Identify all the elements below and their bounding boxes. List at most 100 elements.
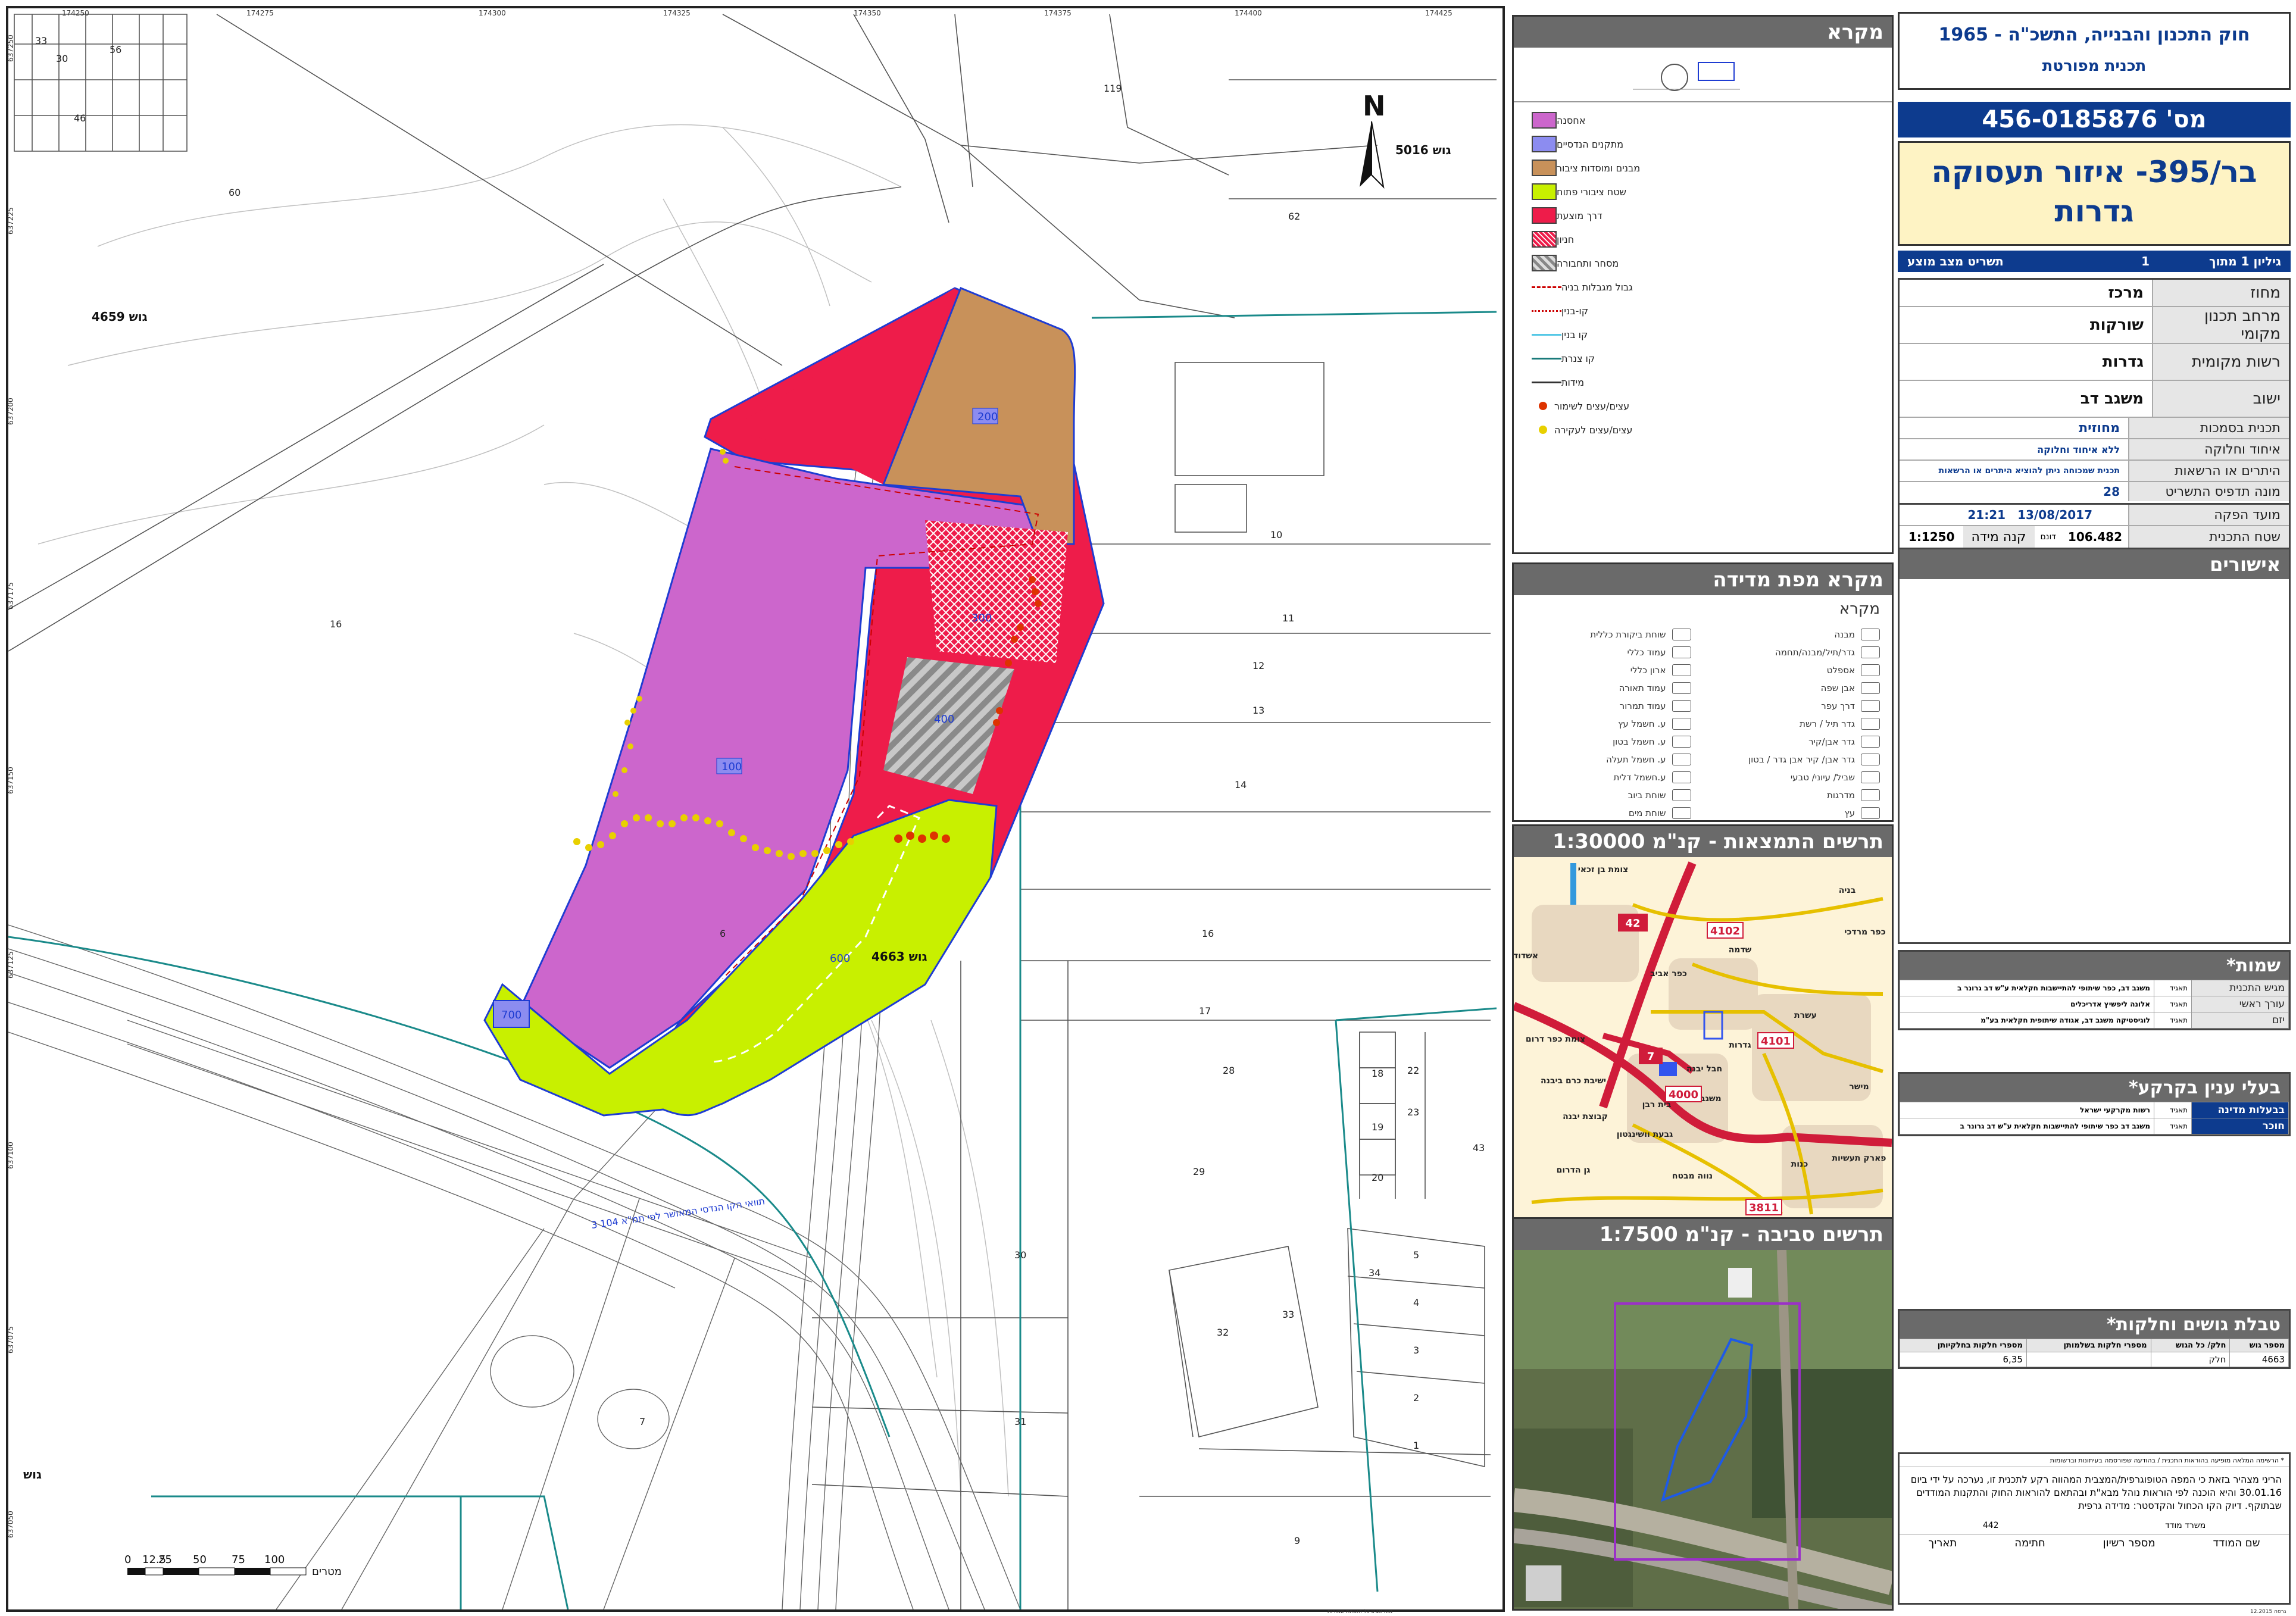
legend-logo-block — [1514, 48, 1892, 102]
print-date-label: מועד הפקה — [2128, 505, 2289, 525]
survey-symbol-icon — [1672, 736, 1691, 748]
inset-30000-map[interactable]: צומת בן זכאי בניה שדמה כפר מרדכי כפר אבי… — [1514, 857, 1892, 1220]
survey-legend-label: ע. חשמל עץ — [1618, 718, 1666, 729]
svg-text:43: 43 — [1473, 1142, 1485, 1154]
survey-symbol-icon — [1672, 754, 1691, 765]
plan-sheet: N 100 200 300 400 600 700 גוש 5016 גוש 4… — [0, 0, 2296, 1616]
col-surveyor-name: שם המודד — [2213, 1537, 2260, 1549]
role-cell: בבעלות מדינה — [2191, 1102, 2289, 1118]
owners-box: בעלי ענין בקרקע* בבעלות מדינה תאגיד רשות מ… — [1898, 1072, 2291, 1136]
legend-swatch — [1532, 207, 1557, 224]
svg-text:31: 31 — [1014, 1416, 1026, 1427]
sheet-type: תשריט מצב מוצע — [1907, 254, 2004, 268]
svg-text:46: 46 — [74, 112, 86, 124]
license-value: 442 — [1982, 1521, 1999, 1530]
survey-legend-item: אבן שפה — [1715, 680, 1880, 696]
main-map: N 100 200 300 400 600 700 גוש 5016 גוש 4… — [8, 9, 1497, 1609]
zone-300-label: 300 — [971, 612, 992, 624]
name-cell: משגב דב כפר שיתופי להתיישבות חקלאית ע"ש … — [1900, 1118, 2154, 1134]
svg-text:637050: 637050 — [8, 1511, 15, 1538]
survey-symbol-icon — [1861, 646, 1880, 658]
survey-legend-label: אבן שפה — [1820, 683, 1855, 693]
survey-symbol-icon — [1861, 754, 1880, 765]
print-counter-row: מונה תדפיס התשריט 28 — [1900, 482, 2289, 501]
law-header: חוק התכנון והבנייה, התשכ"ה - 1965 תכנית … — [1898, 12, 2291, 90]
svg-text:100: 100 — [264, 1554, 285, 1566]
zone-600-label: 600 — [830, 952, 850, 965]
grid-coordinates-top: 174250 174275 174300 174325 174350 17437… — [62, 9, 1452, 17]
svg-text:28: 28 — [1223, 1065, 1235, 1076]
legend-panel: מקרא אחסנה מתקנים הנדסיים מבנים ומוסדות צי… — [1512, 15, 1894, 554]
legend-list: אחסנה מתקנים הנדסיים מבנים ומוסדות ציבור שט… — [1514, 102, 1892, 442]
survey-legend-label: ע. חשמל בטון — [1613, 736, 1666, 747]
survey-legend-label: שביל/ עיוני/ טבעי — [1790, 772, 1855, 783]
legend-item: עצים/עצים לשימור — [1514, 394, 1892, 418]
survey-symbol-icon — [1861, 771, 1880, 783]
merge-row: איחוד וחלוקה ללא איחוד וחלוקה — [1900, 439, 2289, 461]
svg-text:30: 30 — [56, 53, 68, 64]
legend-line-symbol — [1532, 381, 1561, 383]
svg-text:20: 20 — [1372, 1172, 1383, 1183]
surveyor-row: משרד מודד 442 — [1900, 1518, 2289, 1530]
scale-value: 1:1250 — [1908, 530, 1955, 544]
survey-symbol-icon — [1672, 771, 1691, 783]
settlement-value: משגב דב — [2080, 390, 2144, 408]
legend-item-label: מבנים ומוסדות ציבור — [1557, 162, 1641, 174]
legend-item: מבנים ומוסדות ציבור — [1514, 156, 1892, 180]
approvals-box: אישורים — [1898, 549, 2291, 944]
svg-text:כפר אביב: כפר אביב — [1650, 969, 1687, 979]
svg-text:60: 60 — [229, 187, 240, 198]
block-5016-label: גוש 5016 — [1395, 143, 1451, 157]
svg-text:174375: 174375 — [1044, 9, 1072, 17]
type-cell: תאגיד — [2154, 1102, 2192, 1118]
survey-legend-item: עמוד תמרור — [1526, 698, 1691, 714]
map-area[interactable]: N 100 200 300 400 600 700 גוש 5016 גוש 4… — [6, 6, 1505, 1612]
svg-text:חבל יבנה: חבל יבנה — [1686, 1064, 1722, 1074]
svg-text:50: 50 — [193, 1554, 207, 1566]
survey-legend-item: ע.חשמל דלית — [1526, 769, 1691, 786]
print-counter-label: מונה תדפיס התשריט — [2128, 482, 2289, 501]
svg-text:גן הדרום: גן הדרום — [1557, 1165, 1591, 1175]
signature-box: * הרשימה המלאה מופיעה בהוראות התכנית / ב… — [1898, 1452, 2291, 1605]
survey-symbol-icon — [1672, 682, 1691, 694]
print-time-value: 21:21 — [1967, 508, 2006, 522]
survey-legend-item: שוחת מים — [1526, 805, 1691, 820]
legend-item: דרך מוצעת — [1514, 204, 1892, 227]
svg-text:637225: 637225 — [8, 207, 15, 235]
legend-item: עצים/עצים לעקירה — [1514, 418, 1892, 442]
svg-text:נווה מבטח: נווה מבטח — [1672, 1171, 1713, 1181]
svg-text:33: 33 — [35, 35, 47, 46]
inset-7500-aerial[interactable] — [1514, 1249, 1892, 1610]
legend-item: קו בנין — [1514, 323, 1892, 346]
svg-text:מישר: מישר — [1849, 1082, 1869, 1092]
svg-text:62: 62 — [1288, 211, 1300, 222]
survey-legend-label: שוחת מים — [1628, 808, 1666, 818]
survey-symbol-icon — [1861, 807, 1880, 819]
zone-parking[interactable] — [925, 520, 1068, 663]
legend-swatch — [1532, 136, 1557, 152]
survey-legend-label: עמוד כללי — [1627, 647, 1666, 658]
legend-item-label: מידות — [1561, 376, 1585, 388]
survey-symbol-icon — [1672, 700, 1691, 712]
zone-100-label: 100 — [721, 761, 742, 773]
legend-line-symbol — [1532, 310, 1561, 312]
legend-swatch — [1532, 255, 1557, 271]
legend-swatch — [1532, 231, 1557, 248]
col-license: מספר רשיון — [2103, 1537, 2156, 1549]
survey-symbol-icon — [1672, 718, 1691, 730]
survey-legend-label: שוחת ביוב — [1627, 790, 1666, 801]
survey-legend-label: אספלט — [1826, 665, 1855, 676]
survey-legend-label: גדר אבן/ קיר אבן גדר / בטון — [1748, 754, 1855, 765]
survey-legend-label: עץ — [1844, 808, 1855, 818]
legend-swatch — [1532, 160, 1557, 176]
print-counter-value: 28 — [2103, 485, 2120, 499]
legend-item-label: קו בנין — [1561, 329, 1588, 340]
planning-area-label: מרחב תכנון מקומי — [2152, 307, 2289, 343]
survey-symbol-icon — [1861, 736, 1880, 748]
legend-item-label: עצים/עצים לשימור — [1554, 400, 1630, 412]
svg-text:19: 19 — [1372, 1121, 1383, 1133]
svg-text:7: 7 — [1647, 1051, 1655, 1063]
svg-text:174250: 174250 — [62, 9, 89, 17]
survey-symbol-icon — [1672, 664, 1691, 676]
sheet-of-label: גיליון 1 מתוך — [2209, 254, 2281, 268]
